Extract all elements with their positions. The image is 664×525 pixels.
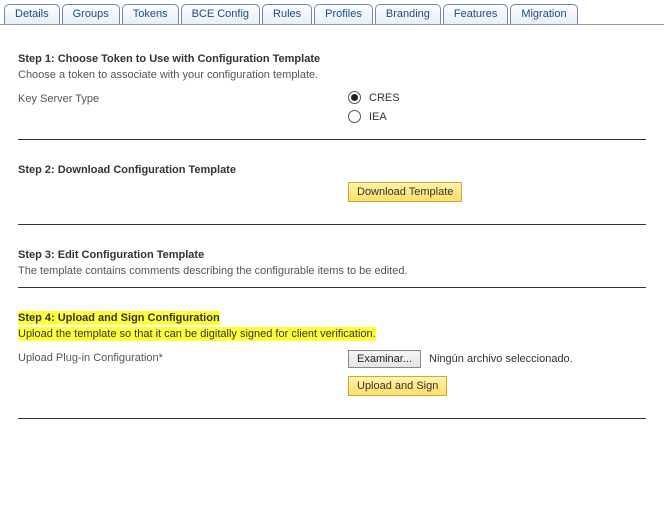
step2-title: Step 2: Download Configuration Template — [18, 164, 646, 176]
tab-rules[interactable]: Rules — [262, 4, 312, 24]
tab-bar: Details Groups Tokens BCE Config Rules P… — [0, 0, 664, 25]
upload-config-label: Upload Plug-in Configuration* — [18, 350, 348, 396]
step1-desc: Choose a token to associate with your co… — [18, 69, 646, 81]
divider-1 — [18, 139, 646, 140]
tab-details[interactable]: Details — [4, 4, 60, 24]
step4-desc: Upload the template so that it can be di… — [18, 327, 376, 341]
divider-4 — [18, 418, 646, 419]
step4-title: Step 4: Upload and Sign Configuration — [18, 311, 220, 325]
tab-migration[interactable]: Migration — [510, 4, 577, 24]
radio-cres-label: CRES — [369, 92, 400, 104]
key-server-type-options: CRES IEA — [348, 91, 646, 129]
radio-iea[interactable]: IEA — [348, 110, 646, 123]
radio-iea-label: IEA — [369, 111, 387, 123]
step4-row: Upload Plug-in Configuration* Examinar..… — [18, 350, 646, 396]
step3-title: Step 3: Edit Configuration Template — [18, 249, 646, 261]
tab-profiles[interactable]: Profiles — [314, 4, 373, 24]
radio-cres[interactable]: CRES — [348, 91, 646, 104]
file-status-text: Ningún archivo seleccionado. — [429, 353, 573, 365]
tab-bce-config[interactable]: BCE Config — [181, 4, 260, 24]
content-area: Step 1: Choose Token to Use with Configu… — [0, 25, 664, 429]
divider-3 — [18, 287, 646, 288]
key-server-type-label: Key Server Type — [18, 91, 348, 129]
step1-title: Step 1: Choose Token to Use with Configu… — [18, 53, 646, 65]
tab-features[interactable]: Features — [443, 4, 508, 24]
download-template-button[interactable]: Download Template — [348, 182, 462, 202]
step3-desc: The template contains comments describin… — [18, 265, 646, 277]
browse-button[interactable]: Examinar... — [348, 350, 421, 368]
tab-tokens[interactable]: Tokens — [122, 4, 179, 24]
tab-groups[interactable]: Groups — [62, 4, 120, 24]
divider-2 — [18, 224, 646, 225]
radio-iea-icon — [348, 110, 361, 123]
step2-spacer — [18, 182, 348, 202]
radio-cres-icon — [348, 91, 361, 104]
tab-branding[interactable]: Branding — [375, 4, 441, 24]
step2-row: Download Template — [18, 182, 646, 202]
step1-row: Key Server Type CRES IEA — [18, 91, 646, 129]
upload-and-sign-button[interactable]: Upload and Sign — [348, 376, 447, 396]
